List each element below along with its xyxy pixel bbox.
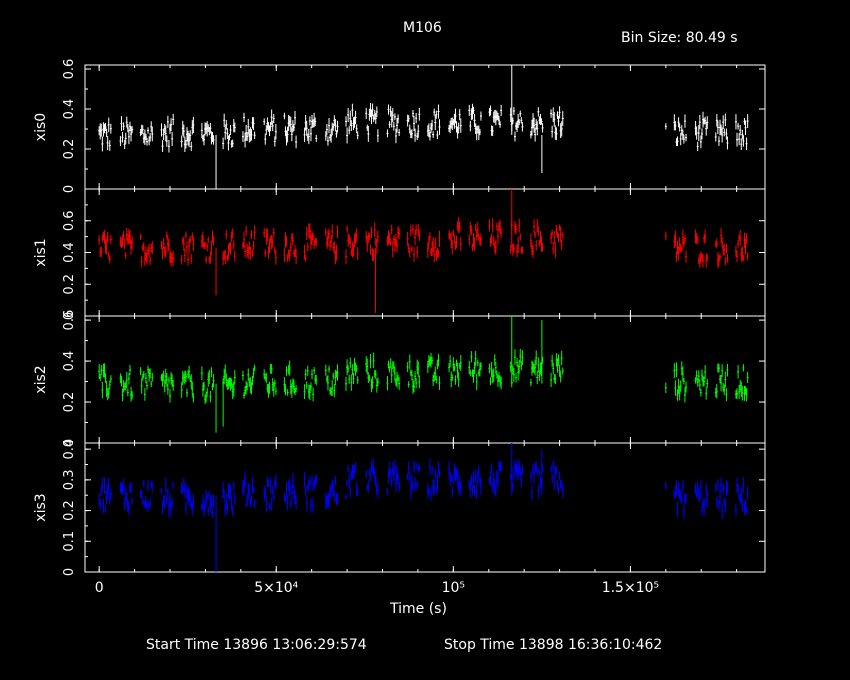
y-tick-label: 0: [62, 568, 77, 576]
x-axis-title: Time (s): [390, 601, 447, 617]
x-tick-label: 0: [95, 580, 104, 596]
y-axis-label: xis1: [33, 238, 49, 266]
y-tick-label: 0.2: [62, 274, 77, 295]
y-axis-label: xis0: [33, 113, 49, 141]
light-curve-plot: 0 0.2 0.4 0.6 xis0 0 0.2 0.4 0.6 xis1 0 0.2 0.4 0.6 xi…: [33, 59, 766, 596]
y-axis-label: xis3: [33, 493, 49, 521]
panel-xis2: 00.20.40.6xis2: [33, 310, 766, 447]
series-xis3: [98, 443, 749, 572]
stop-time-label: Stop Time 13898 16:36:10:462: [444, 637, 663, 653]
bin-size-label: Bin Size: 80.49 s: [621, 30, 738, 46]
y-axis-label: xis2: [33, 365, 49, 393]
series-xis2: [98, 316, 749, 433]
y-tick-label: 0.2: [62, 500, 77, 521]
panel-frame: [84, 442, 766, 573]
panel-xis3: 0 0.1 0.2 0.3 0.4 xis3: [33, 439, 766, 576]
y-tick-label: 0.4: [62, 242, 77, 263]
y-tick-label: 0.2: [62, 139, 77, 160]
x-tick-label: 1.5×10⁵: [602, 580, 659, 596]
y-tick-label: 0.3: [62, 470, 77, 491]
y-tick-label: 0.4: [62, 439, 77, 460]
y-tick-label: 0.6: [62, 210, 77, 231]
series-xis1: [98, 189, 749, 313]
y-tick-label: 0.1: [62, 531, 77, 552]
y-tick-label: 0.2: [62, 392, 77, 413]
y-tick-label: 0.4: [62, 99, 77, 120]
panel-xis1: 0 0.2 0.4 0.6 xis1: [33, 188, 766, 320]
x-tick-label: 10⁵: [442, 580, 465, 596]
x-tick-label: 5×10⁴: [254, 580, 298, 596]
y-tick-label: 0: [62, 185, 77, 193]
plot-title: M106: [403, 20, 442, 36]
series-xis0: [98, 65, 749, 189]
panel-xis0: 0 0.2 0.4 0.6 xis0: [33, 59, 766, 193]
y-tick-label: 0.6: [62, 310, 77, 331]
panel-frame: [84, 315, 766, 444]
y-tick-label: 0.4: [62, 351, 77, 372]
start-time-label: Start Time 13896 13:06:29:574: [146, 637, 367, 653]
panel-frame: [84, 64, 766, 190]
y-tick-label: 0.6: [62, 59, 77, 80]
